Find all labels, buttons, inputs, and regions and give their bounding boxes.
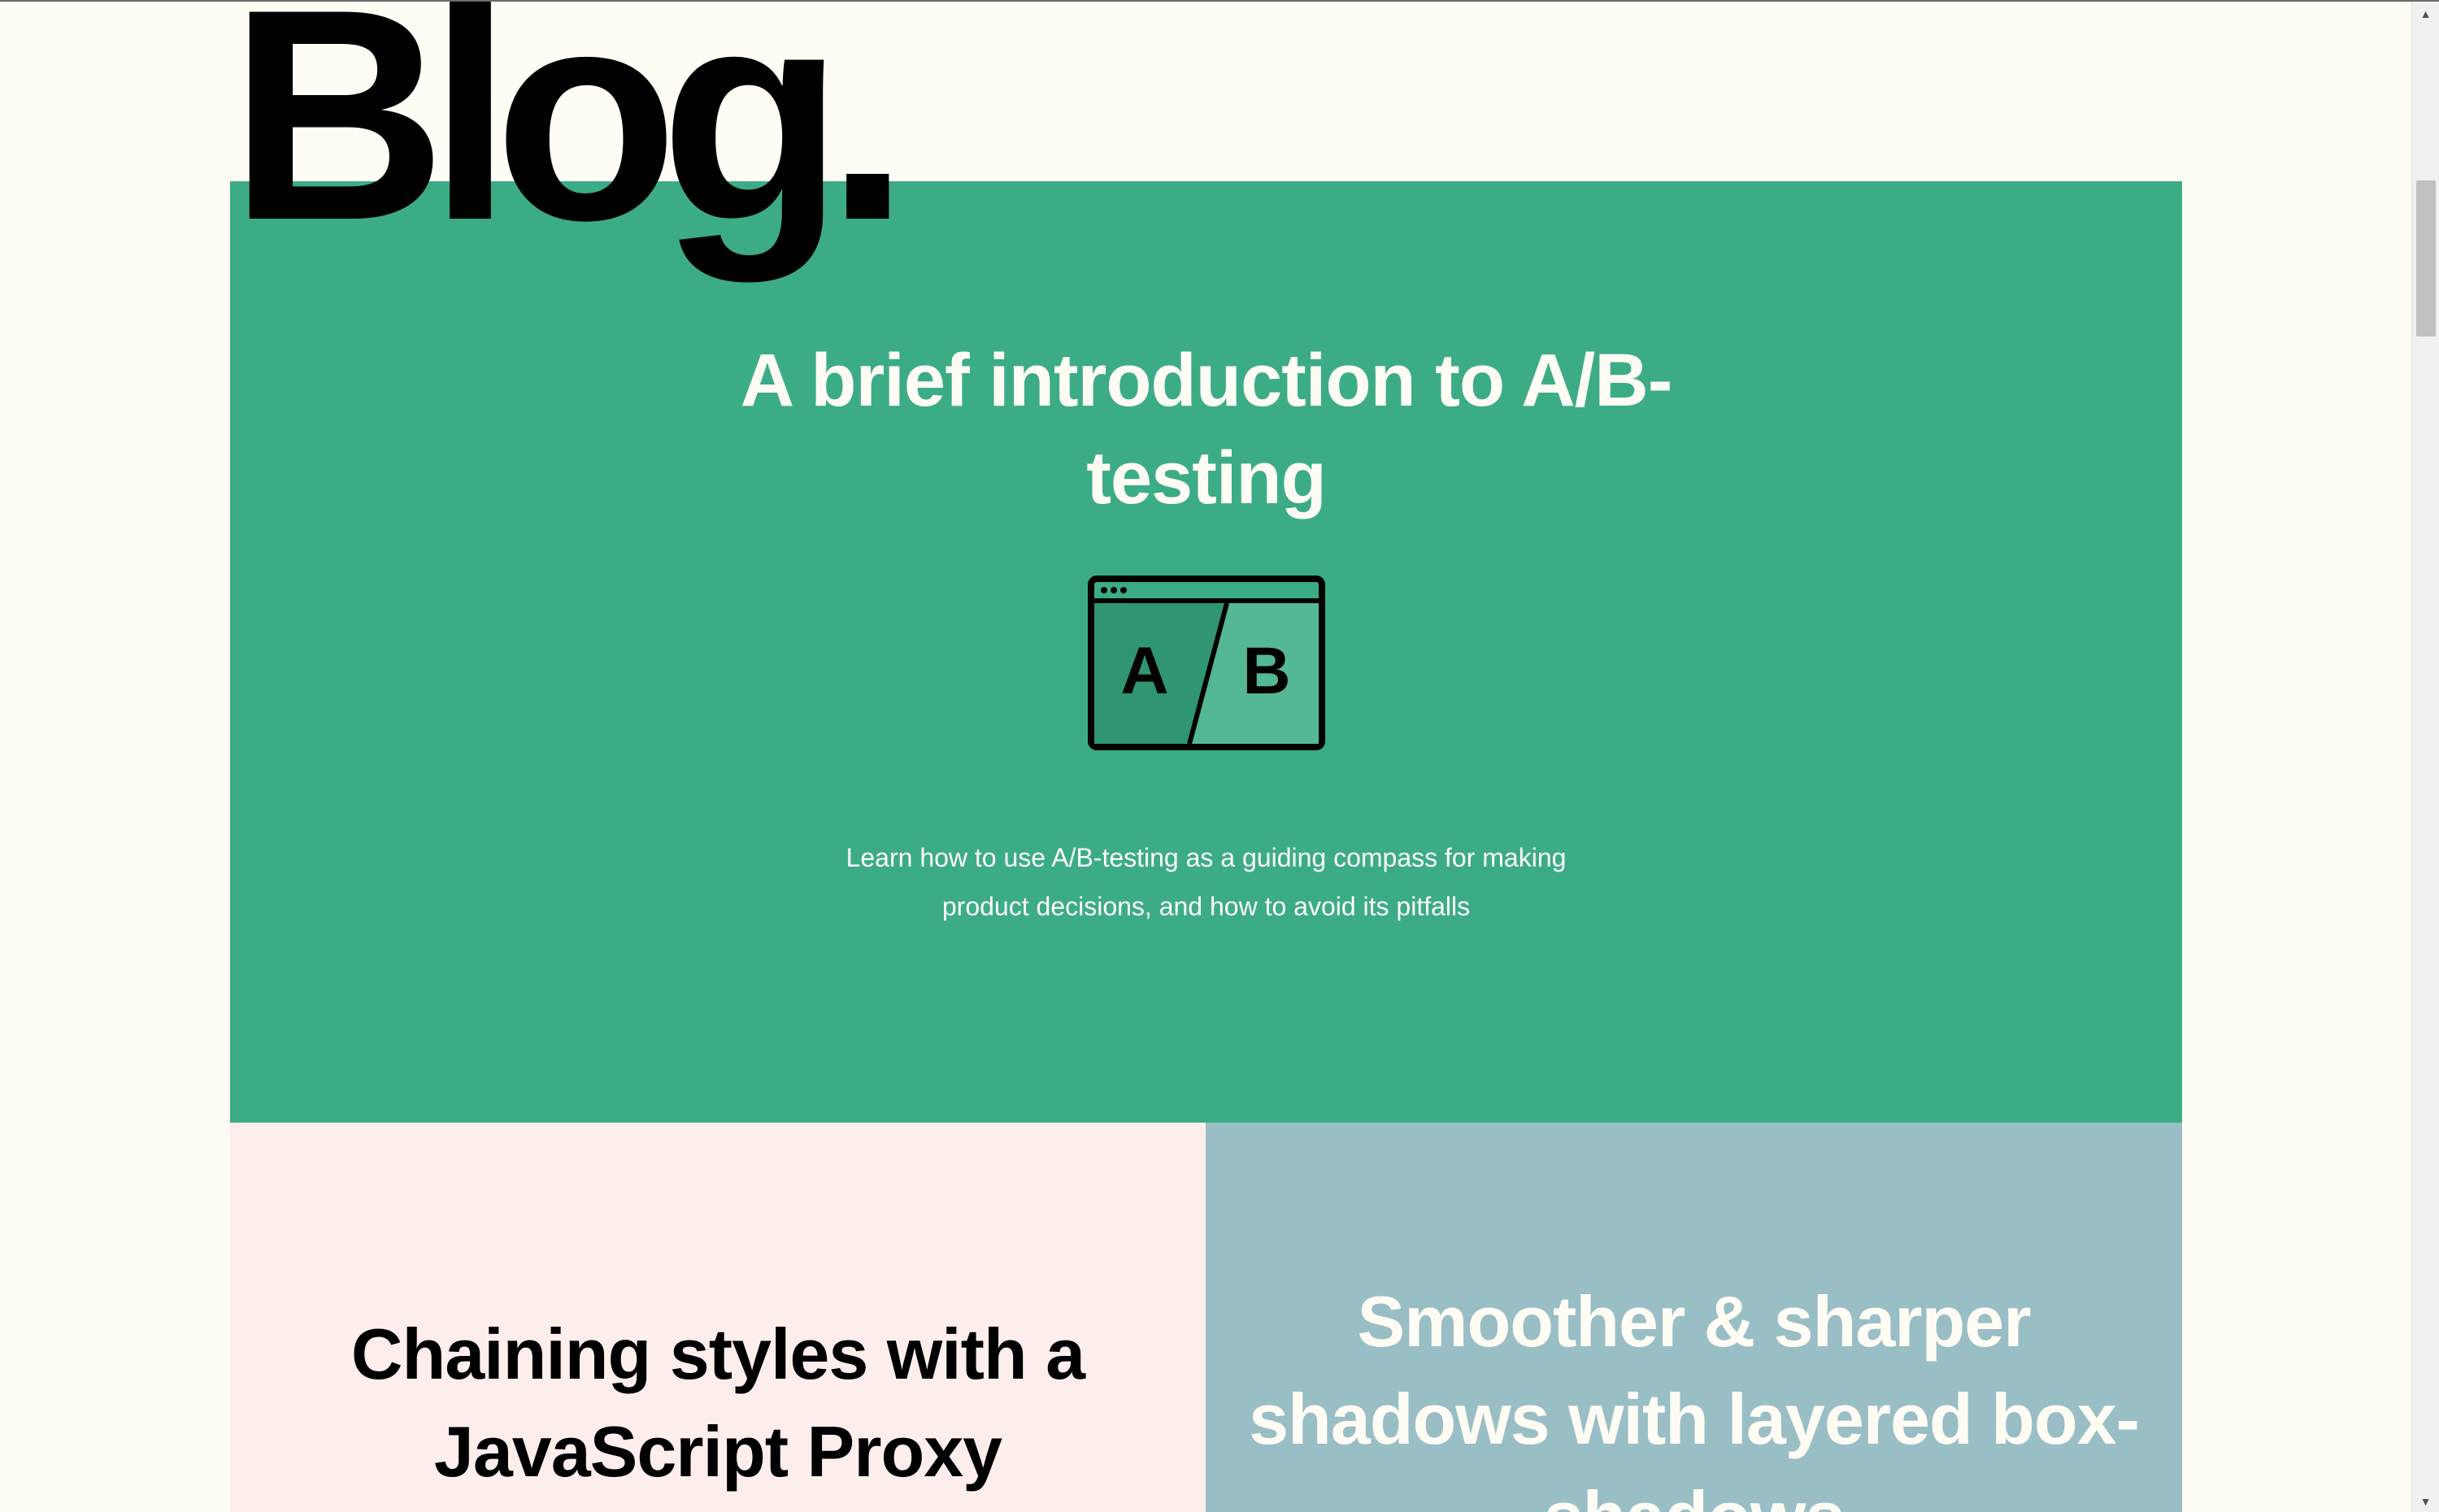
scroll-up-arrow-icon[interactable]: ▲ bbox=[2412, 5, 2439, 23]
post-title[interactable]: Smoother & sharper shadows with layered … bbox=[1247, 1273, 2141, 1512]
ab-label-b: B bbox=[1242, 634, 1290, 708]
vertical-scrollbar[interactable]: ▲ ▼ bbox=[2411, 2, 2439, 1512]
page-content: Blog. A brief introduction to A/B-testin… bbox=[0, 2, 2411, 1512]
ab-label-a: A bbox=[1120, 634, 1168, 708]
page-title: Blog. bbox=[229, 2, 910, 283]
post-card-layered-shadows[interactable]: Smoother & sharper shadows with layered … bbox=[1206, 1123, 2182, 1512]
post-card-javascript-proxy[interactable]: Chaining styles with a JavaScript Proxy bbox=[230, 1123, 1206, 1512]
scrollbar-thumb[interactable] bbox=[2416, 180, 2436, 337]
post-title[interactable]: Chaining styles with a JavaScript Proxy bbox=[271, 1306, 1165, 1501]
ab-browser-window-icon: A B bbox=[1088, 576, 1325, 750]
featured-post-title[interactable]: A brief introduction to A/B-testing bbox=[654, 332, 1759, 527]
page: Blog. A brief introduction to A/B-testin… bbox=[0, 0, 2439, 1512]
scroll-down-arrow-icon[interactable]: ▼ bbox=[2412, 1492, 2439, 1510]
featured-post-card[interactable]: A brief introduction to A/B-testing A B … bbox=[230, 181, 2182, 1123]
featured-post-description: Learn how to use A/B-testing as a guidin… bbox=[846, 843, 1567, 921]
